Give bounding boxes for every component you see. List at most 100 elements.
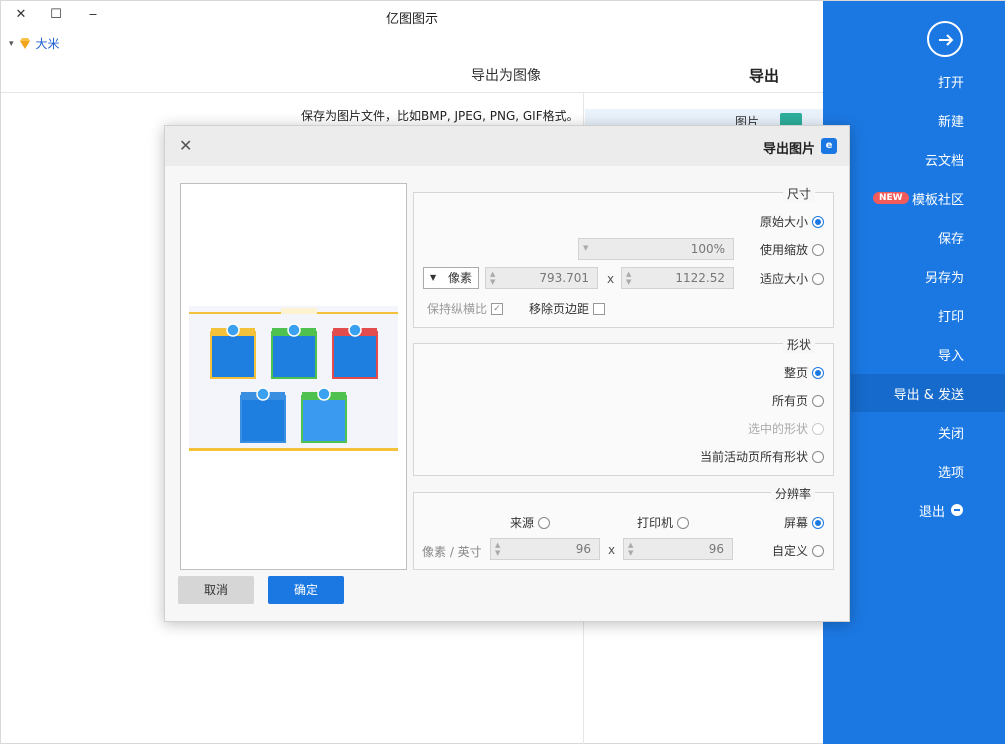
export-description: 保存为图片文件，比如BMP, JPEG, PNG, GIF格式。: [301, 109, 579, 123]
dpi-x-input[interactable]: ▲ ▼ 96: [623, 538, 733, 560]
source-radio[interactable]: 来源: [510, 514, 551, 531]
dpi-y-input[interactable]: ▲ ▼ 96: [490, 538, 600, 560]
printer-radio[interactable]: 打印机: [637, 514, 690, 531]
sidebar-item-options[interactable]: 选项: [851, 453, 1005, 489]
radio-label: 自定义: [771, 544, 808, 558]
remove-margin-checkbox[interactable]: 移除页边距: [529, 300, 606, 317]
current-page-shapes-radio[interactable]: 当前活动页所有形状: [700, 448, 824, 465]
radio-label: 整页: [783, 366, 808, 380]
resolution-group-title: 分辨率: [770, 485, 815, 502]
sidebar-item-label: 另存为: [924, 270, 964, 286]
sidebar-item-label: 云文档: [924, 153, 964, 169]
sidebar-item-label: 新建: [937, 114, 964, 130]
radio-dot: [812, 450, 824, 463]
selected-shapes-radio[interactable]: 选中的形状: [748, 420, 824, 437]
sidebar-item-exit[interactable]: 退出: [851, 492, 1005, 528]
radio-label: 适应大小: [759, 272, 808, 286]
custom-radio[interactable]: 自定义: [772, 542, 824, 559]
vip-badge-icon: [19, 37, 30, 49]
arrow-right-icon: [939, 34, 954, 46]
size-group-title: 尺寸: [782, 185, 815, 202]
checkbox-box: [593, 302, 606, 315]
sidebar-item-label: 模板社区: [911, 192, 964, 208]
radio-label: 使用缩放: [759, 243, 808, 257]
export-panel-header: [1, 57, 823, 93]
keep-ratio-checkbox[interactable]: 保持纵横比 ✓: [427, 300, 504, 317]
exit-icon: [951, 504, 964, 516]
user-name: 大米: [35, 37, 60, 51]
radio-dot: [812, 272, 824, 285]
sidebar-item-import[interactable]: 导入: [851, 336, 1005, 372]
export-preview: [180, 183, 407, 570]
sidebar-item-label: 打开: [937, 75, 964, 91]
sidebar-item-templates[interactable]: NEW 模板社区: [851, 180, 1005, 216]
spin-arrows-icon: ▲ ▼: [626, 270, 632, 286]
export-subtitle: 导出为图像: [471, 68, 541, 84]
back-button[interactable]: [927, 21, 963, 57]
radio-label: 屏幕: [783, 516, 808, 530]
width-input[interactable]: ▲ ▼ 1122.52: [621, 267, 734, 289]
sidebar-item-label: 保存: [937, 231, 964, 247]
sidebar-item-open[interactable]: 打开: [851, 63, 1005, 99]
chevron-down-icon: ▼: [430, 273, 437, 282]
all-pages-radio[interactable]: 所有页: [772, 392, 824, 409]
whole-page-radio[interactable]: 整页: [784, 364, 824, 381]
radio-dot: [812, 516, 824, 529]
screen-radio[interactable]: 屏幕: [784, 514, 824, 531]
radio-label: 来源: [510, 516, 535, 530]
fit-size-radio[interactable]: 适应大小: [760, 270, 824, 287]
new-badge: NEW: [873, 192, 909, 204]
unit-select[interactable]: ▼ 像素: [423, 267, 479, 289]
radio-dot: [812, 394, 824, 407]
sidebar-item-label: 导出 & 发送: [893, 387, 964, 403]
close-icon[interactable]: ✕: [179, 136, 192, 155]
title-bar: ✕ ☐ ‒ 亿图图示: [1, 1, 823, 31]
radio-label: 当前活动页所有形状: [699, 450, 808, 464]
checkbox-label: 保持纵横比: [427, 302, 488, 316]
shape-group-title: 形状: [782, 336, 815, 353]
app-window: ✕ ☐ ‒ 亿图图示 ▾ 大米 导出 导出为图像 保存为图片文件，比如BMP, …: [0, 0, 1005, 744]
sidebar-item-label: 导入: [937, 348, 964, 364]
unit-value: 像素: [447, 271, 472, 285]
sidebar-item-save-as[interactable]: 另存为: [851, 258, 1005, 294]
sidebar-item-export-send[interactable]: 导出 & 发送: [851, 374, 1005, 412]
height-value: 793.701: [539, 271, 589, 285]
use-zoom-radio[interactable]: 使用缩放: [760, 241, 824, 258]
cancel-button[interactable]: 取消: [178, 576, 254, 604]
sidebar-item-print[interactable]: 打印: [851, 297, 1005, 333]
user-menu[interactable]: ▾ 大米: [9, 35, 60, 52]
original-size-radio[interactable]: 原始大小: [760, 213, 824, 230]
radio-label: 所有页: [771, 394, 808, 408]
sidebar-item-new[interactable]: 新建: [851, 102, 1005, 138]
sidebar-item-label: 打印: [937, 309, 964, 325]
size-x-label: x: [607, 272, 615, 286]
preview-thumbnail: [189, 306, 398, 451]
dpi-unit-label: 像素 / 英寸: [422, 545, 482, 559]
zoom-select[interactable]: ▼ 100%: [578, 238, 734, 260]
radio-dot: [812, 544, 824, 557]
radio-dot: [677, 516, 690, 529]
checkbox-label: 移除页边距: [529, 302, 590, 316]
height-input[interactable]: ▲ ▼ 793.701: [485, 267, 598, 289]
sidebar-item-label: 关闭: [937, 426, 964, 442]
spin-arrows-icon: ▲ ▼: [628, 541, 634, 557]
sidebar-item-close[interactable]: 关闭: [851, 414, 1005, 450]
spin-arrows-icon: ▲ ▼: [490, 270, 496, 286]
chevron-down-icon: ▾: [9, 38, 14, 49]
sidebar-item-cloud[interactable]: 云文档: [851, 141, 1005, 177]
ok-button[interactable]: 确定: [268, 576, 344, 604]
width-value: 1122.52: [675, 271, 725, 285]
radio-label: 选中的形状: [747, 422, 808, 436]
sidebar-item-label: 退出: [919, 504, 946, 520]
radio-dot: [538, 516, 551, 529]
sidebar-item-label: 选项: [937, 465, 964, 481]
dpi-x-value: 96: [708, 542, 724, 556]
dpi-x-label: x: [608, 543, 616, 557]
dialog-header: ✕ 导出图片 e: [165, 126, 849, 166]
spin-arrows-icon: ▲ ▼: [495, 541, 501, 557]
radio-dot: [812, 243, 824, 256]
sidebar-item-save[interactable]: 保存: [851, 219, 1005, 255]
export-list-item-image[interactable]: 图片: [585, 109, 823, 129]
zoom-value: 100%: [690, 242, 725, 256]
radio-dot: [812, 215, 824, 228]
